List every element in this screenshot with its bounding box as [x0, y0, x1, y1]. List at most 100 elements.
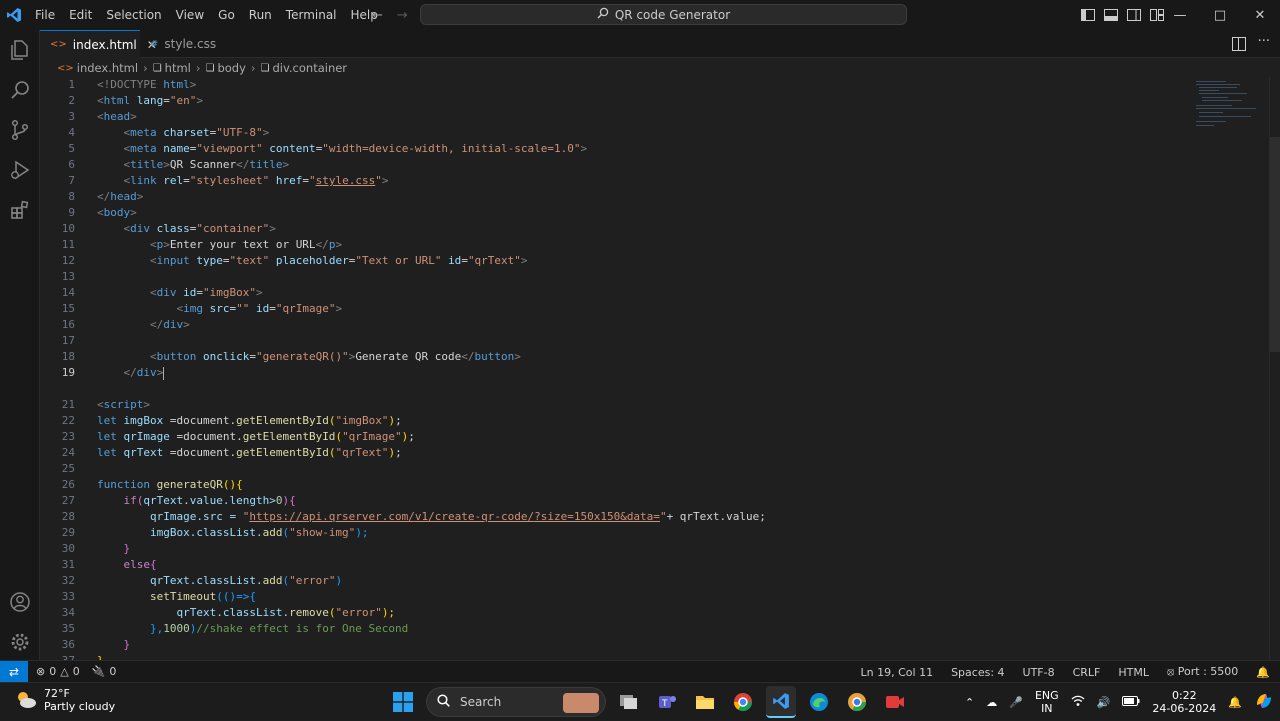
indentation[interactable]: Spaces: 4	[951, 666, 1004, 679]
menu-edit[interactable]: Edit	[62, 0, 99, 30]
toggle-primary-sidebar-icon[interactable]	[1080, 8, 1096, 22]
code-line: 18 <button onclick="generateQR()">Genera…	[61, 350, 521, 363]
notifications-bell-icon[interactable]: 🔔	[1228, 696, 1242, 709]
breadcrumb-item-body[interactable]: body	[217, 61, 245, 75]
partly-cloudy-icon	[14, 688, 38, 712]
tab-style-css[interactable]: # style.css	[140, 30, 230, 58]
close-window-icon[interactable]: ✕	[1240, 0, 1280, 30]
breadcrumb-item-div[interactable]: div.container	[272, 61, 347, 75]
menu-file[interactable]: File	[28, 0, 62, 30]
breadcrumb-item-file[interactable]: index.html	[77, 61, 138, 75]
line-endings[interactable]: CRLF	[1073, 666, 1101, 679]
system-tray: ⌃ ☁ 🎤 ENG IN 🔊 0:22 24-06-2024 🔔	[959, 683, 1280, 721]
vscode-taskbar-icon[interactable]	[766, 686, 796, 718]
language-indicator[interactable]: ENG IN	[1035, 689, 1059, 715]
command-center-search[interactable]: QR code Generator	[420, 4, 907, 25]
menu-go[interactable]: Go	[211, 0, 242, 30]
ports-count[interactable]: 0	[109, 665, 116, 678]
edge-icon[interactable]	[804, 687, 834, 717]
code-editor[interactable]: 1 <!DOCTYPE html> 2 <html lang="en"> 3 <hea…	[40, 77, 1280, 660]
code-line: 37}	[40, 653, 1190, 660]
menu-selection[interactable]: Selection	[99, 0, 168, 30]
code-line: 28 qrImage.src = "https://api.qrserver.c…	[61, 510, 766, 523]
menu-run[interactable]: Run	[242, 0, 279, 30]
forward-arrow-icon[interactable]: →	[397, 8, 408, 23]
menu-bar: File Edit Selection View Go Run Terminal…	[28, 0, 385, 30]
split-editor-icon[interactable]	[1232, 37, 1246, 51]
extensions-icon[interactable]	[8, 198, 32, 222]
code-line: 31 else{	[61, 558, 157, 571]
warnings-icon[interactable]: △	[60, 665, 68, 678]
search-icon[interactable]	[8, 78, 32, 102]
language-mode[interactable]: HTML	[1118, 666, 1149, 679]
clock[interactable]: 0:22 24-06-2024	[1152, 689, 1216, 715]
windows-taskbar: 72°F Partly cloudy Search T ⌃ ☁ 🎤 ENG IN…	[0, 682, 1280, 720]
chrome-canary-icon[interactable]	[842, 687, 872, 717]
wifi-icon[interactable]	[1071, 695, 1085, 710]
ports-icon[interactable]: 🔌	[92, 665, 106, 678]
taskbar-search[interactable]: Search	[426, 687, 606, 717]
settings-gear-icon[interactable]	[8, 630, 32, 654]
menu-terminal[interactable]: Terminal	[279, 0, 344, 30]
chrome-icon[interactable]	[728, 687, 758, 717]
weather-condition: Partly cloudy	[44, 700, 116, 713]
file-explorer-icon[interactable]	[690, 687, 720, 717]
tab-label: index.html	[72, 37, 137, 52]
errors-icon[interactable]: ⊗	[36, 665, 45, 678]
code-line: 24 let qrText =document.getElementById("q…	[61, 446, 402, 459]
task-view-icon[interactable]	[614, 687, 644, 717]
chevron-up-icon[interactable]: ⌃	[965, 696, 974, 709]
windows-start-icon[interactable]	[388, 687, 418, 717]
remote-window-icon[interactable]: ⇄	[0, 660, 28, 683]
code-line: 33 setTimeout(()=>{	[61, 590, 256, 603]
code-line: 23 let qrImage =document.getElementById("…	[61, 430, 415, 443]
onedrive-cloud-icon[interactable]: ☁	[986, 696, 997, 709]
back-arrow-icon[interactable]: ←	[372, 8, 383, 23]
source-control-icon[interactable]	[8, 118, 32, 142]
temperature: 72°F	[44, 687, 70, 700]
microphone-icon[interactable]: 🎤	[1009, 696, 1023, 709]
chevron-right-icon: ›	[143, 61, 148, 75]
tab-label: style.css	[164, 37, 217, 51]
run-debug-icon[interactable]	[8, 158, 32, 182]
code-line: 14 <div id="imgBox">	[61, 286, 263, 299]
code-line: 9 <body>	[68, 206, 137, 219]
code-line: 32 qrText.classList.add("error")	[61, 574, 343, 587]
menu-view[interactable]: View	[169, 0, 211, 30]
account-icon[interactable]	[8, 590, 32, 614]
code-line: 1 <!DOCTYPE html>	[68, 78, 197, 91]
vertical-scrollbar[interactable]	[1269, 77, 1280, 660]
css-file-icon: #	[150, 38, 159, 50]
code-line: 22 let imgBox =document.getElementById("i…	[61, 414, 402, 427]
errors-count[interactable]: 0	[49, 665, 56, 678]
toggle-secondary-sidebar-icon[interactable]	[1126, 8, 1142, 22]
toggle-panel-icon[interactable]	[1103, 8, 1119, 22]
encoding[interactable]: UTF-8	[1023, 666, 1055, 679]
tab-index-html[interactable]: <> index.html ✕	[40, 30, 157, 58]
code-line: 17	[61, 334, 75, 347]
recorder-icon[interactable]	[880, 687, 910, 717]
volume-icon[interactable]: 🔊	[1097, 696, 1111, 709]
svg-text:T: T	[661, 699, 668, 709]
code-line: 16 </div>	[61, 318, 190, 331]
minimap[interactable]	[1190, 77, 1265, 137]
copilot-icon[interactable]	[1254, 691, 1274, 714]
code-line: 12 <input type="text" placeholder="Text …	[61, 254, 528, 267]
live-server-port[interactable]: ⦻ Port : 5500	[1167, 665, 1238, 679]
weather-widget[interactable]: 72°F Partly cloudy	[14, 687, 115, 713]
minimize-icon[interactable]: —	[1160, 0, 1200, 30]
code-line: 11 <p>Enter your text or URL</p>	[61, 238, 343, 251]
breadcrumb-item-html[interactable]: html	[165, 61, 191, 75]
maximize-icon[interactable]: □	[1200, 0, 1240, 30]
element-icon: ❏	[152, 62, 162, 74]
teams-icon[interactable]: T	[652, 687, 682, 717]
battery-icon[interactable]	[1122, 695, 1140, 709]
code-line: 13	[61, 270, 75, 283]
warnings-count[interactable]: 0	[73, 665, 80, 678]
code-line: 29 imgBox.classList.add("show-img");	[61, 526, 369, 539]
explorer-icon[interactable]	[8, 38, 32, 62]
more-actions-icon[interactable]: ···	[1258, 34, 1270, 49]
notifications-bell-icon[interactable]: 🔔	[1256, 666, 1270, 679]
cursor-position[interactable]: Ln 19, Col 11	[861, 666, 934, 679]
scrollbar-thumb[interactable]	[1270, 137, 1280, 352]
